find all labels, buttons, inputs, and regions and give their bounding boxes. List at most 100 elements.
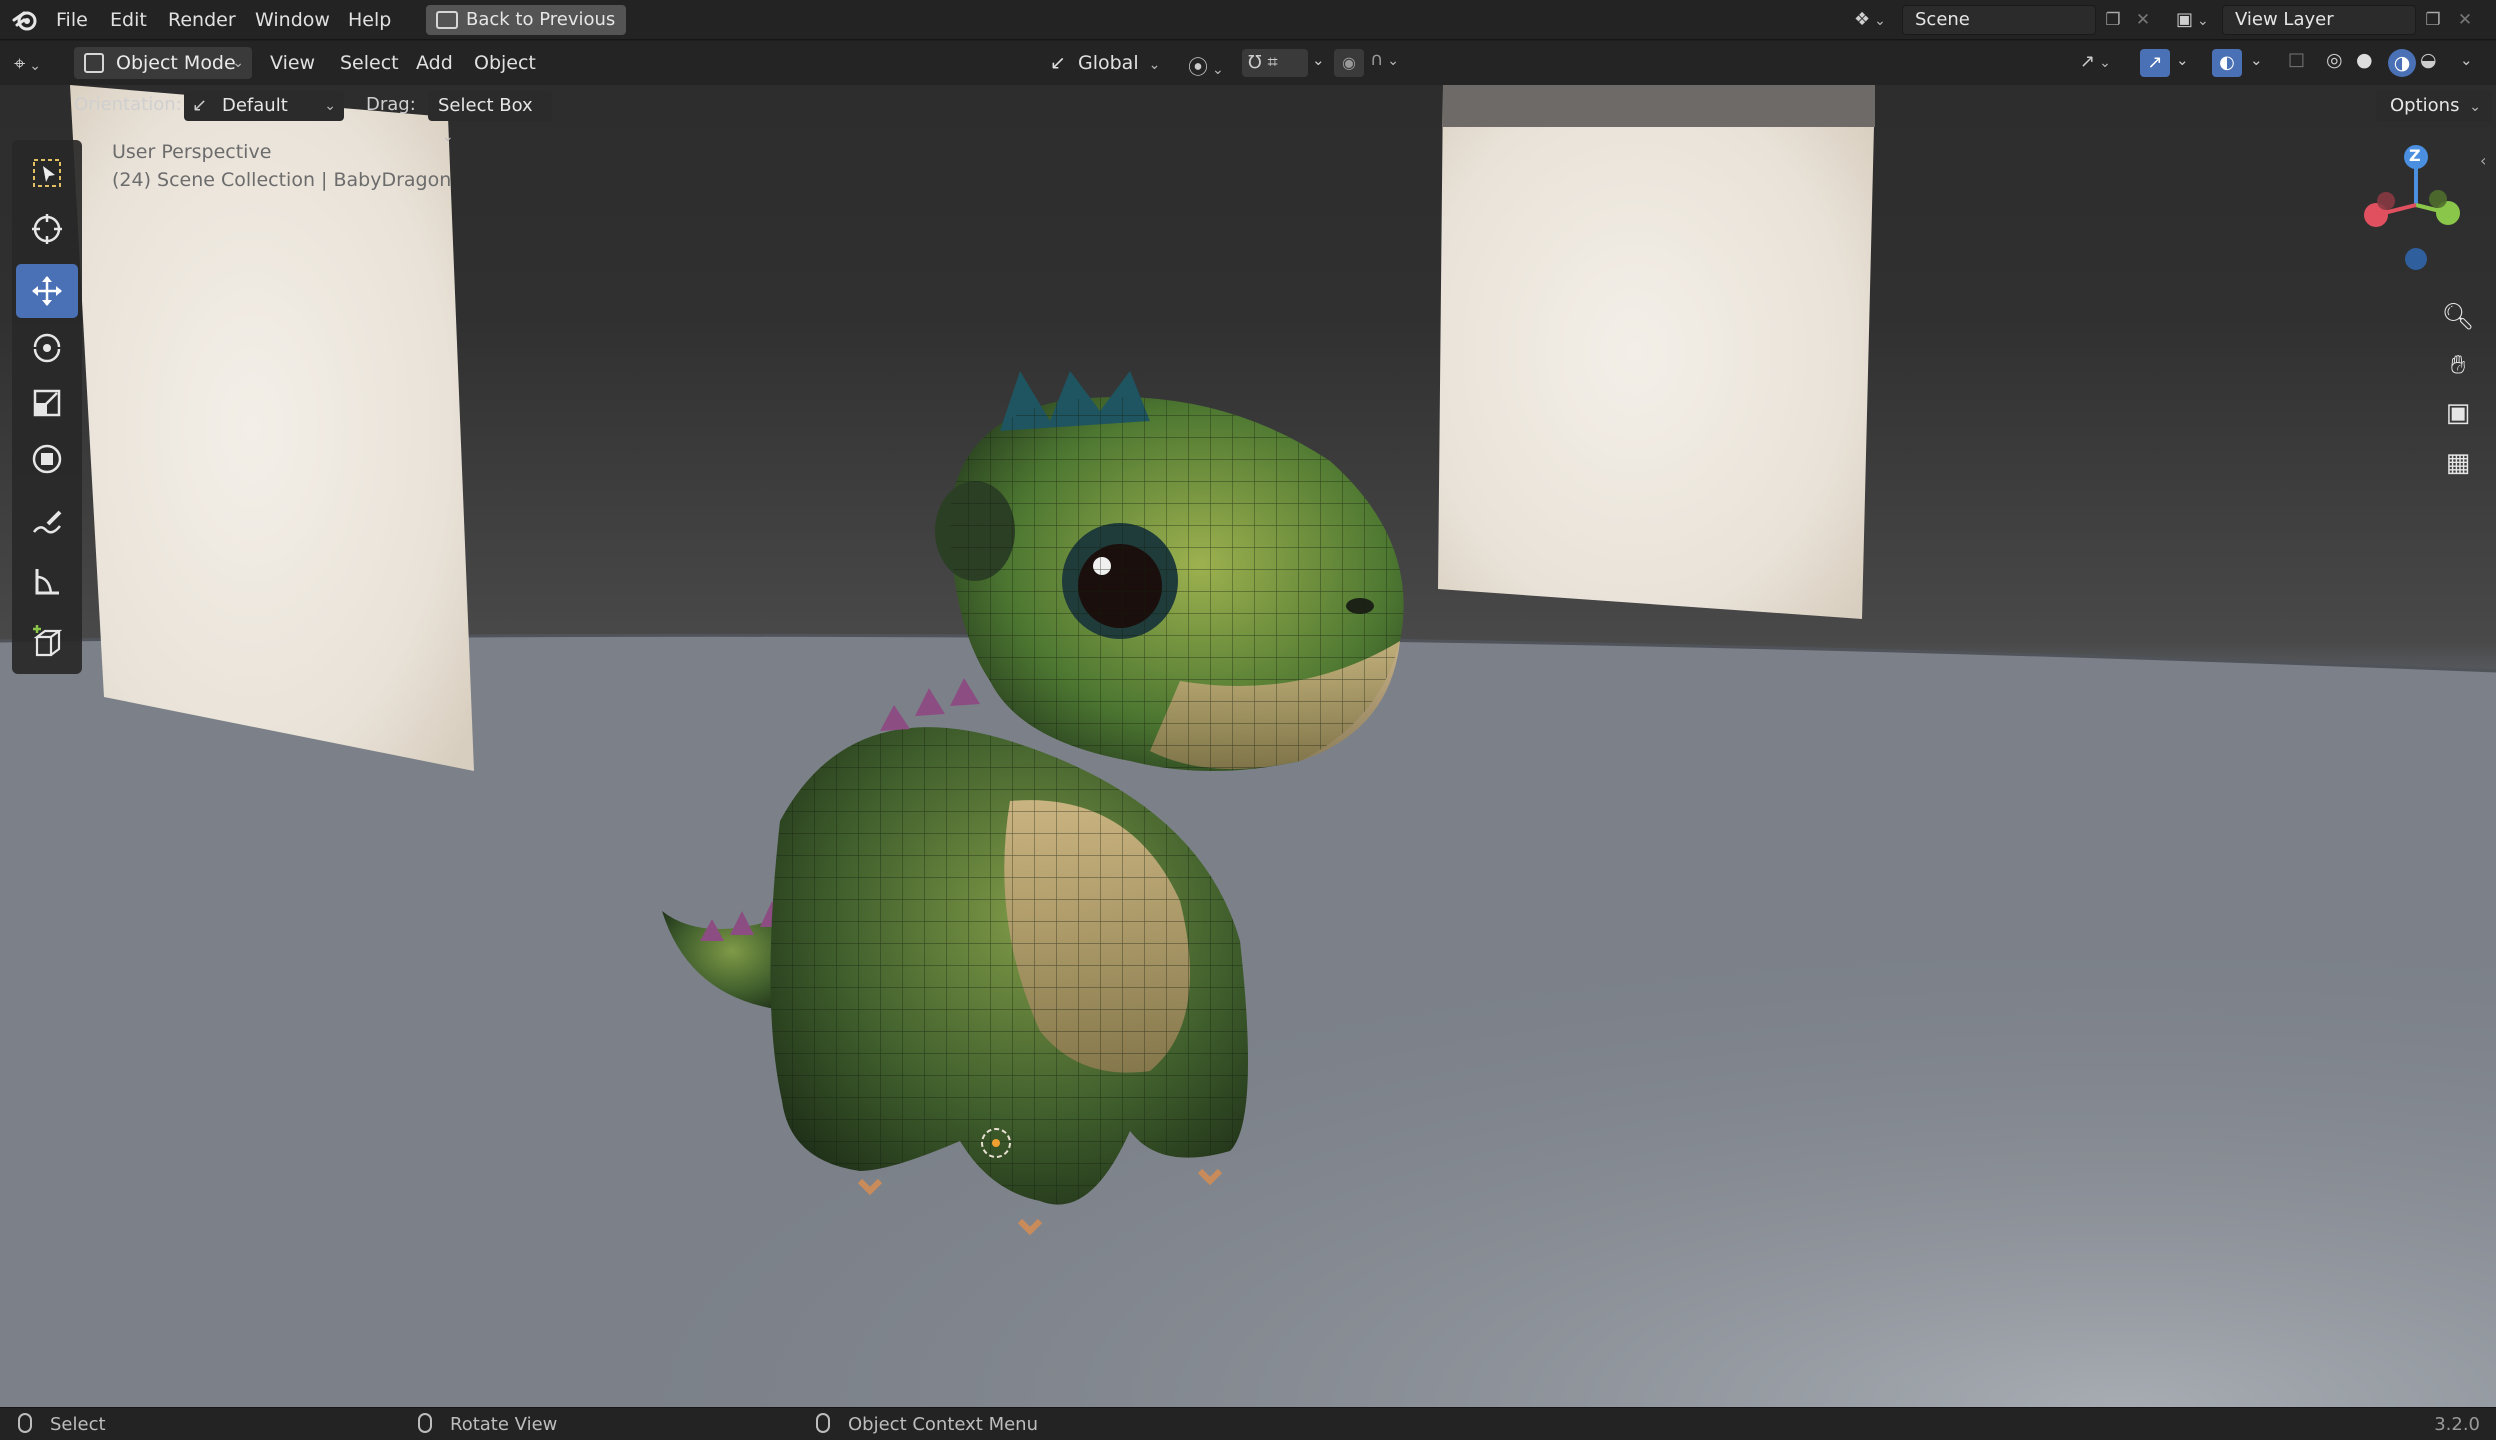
object-mode-dropdown[interactable]: Object Mode ⌄ <box>74 47 252 79</box>
status-rotate-label: Rotate View <box>450 1414 558 1435</box>
chevron-down-icon: ⌄ <box>232 55 244 71</box>
editor-type-icon[interactable]: ⌖ ⌄ <box>14 49 64 77</box>
menu-help[interactable]: Help <box>338 0 401 40</box>
status-select-label: Select <box>50 1414 106 1435</box>
menu-window[interactable]: Window <box>245 0 340 40</box>
menu-edit[interactable]: Edit <box>100 0 157 40</box>
rendered-shading-icon[interactable]: ◒ <box>2420 49 2437 71</box>
shading-options-icon[interactable]: ⌄ <box>2460 51 2473 69</box>
solid-shading-icon[interactable]: ● <box>2356 49 2373 71</box>
options-label: Options <box>2390 95 2460 116</box>
selectability-visibility-icon[interactable]: ↗ ⌄ <box>2080 51 2111 72</box>
options-dropdown[interactable]: Options ⌄ <box>2376 90 2492 122</box>
view-layer-selector-icon[interactable]: ▣ ⌄ <box>2176 6 2222 34</box>
overlays-toggle-icon[interactable]: ◐ <box>2212 49 2242 77</box>
status-context: Object Context Menu <box>816 1408 1038 1440</box>
scene-name-field[interactable]: Scene <box>1902 5 2096 35</box>
gizmo-options-icon[interactable]: ⌄ <box>2176 51 2189 69</box>
cursor-tool[interactable] <box>16 202 78 256</box>
new-scene-icon[interactable]: ❐ <box>2100 7 2126 33</box>
xray-toggle-icon[interactable]: □ <box>2288 49 2305 70</box>
blender-logo-icon[interactable] <box>12 8 38 32</box>
chevron-down-icon: ⌄ <box>442 129 454 145</box>
annotate-pencil-icon <box>33 510 62 534</box>
sidebar-toggle-icon[interactable]: ‹ <box>2480 151 2486 170</box>
menu-add[interactable]: Add <box>408 47 461 79</box>
rotate-tool[interactable] <box>16 320 78 374</box>
navigation-gizmo[interactable]: Z <box>2352 141 2472 281</box>
pivot-point-icon[interactable]: ⦿ ⌄ <box>1188 51 1224 80</box>
wireframe-shading-icon[interactable]: ◎ <box>2326 49 2343 71</box>
measure-ruler-icon <box>35 569 59 595</box>
transform-orientation-label: Global <box>1078 52 1139 74</box>
camera-view-icon[interactable]: ▣ <box>2436 391 2480 435</box>
menu-select[interactable]: Select <box>332 47 407 79</box>
collection-label: (24) Scene Collection | BabyDragon <box>112 169 452 191</box>
chevron-down-icon: ⌄ <box>1148 57 1161 73</box>
view-layer-field[interactable]: View Layer <box>2222 5 2416 35</box>
back-to-previous-button[interactable]: Back to Previous <box>426 5 626 35</box>
material-preview-shading-icon[interactable]: ◑ <box>2388 49 2416 77</box>
3d-viewport[interactable]: User Perspective (24) Scene Collection |… <box>0 41 2496 1407</box>
orientation-dropdown[interactable]: ↙ Default ⌄ <box>184 91 344 121</box>
back-to-previous-label: Back to Previous <box>466 9 616 30</box>
status-bar: Select Rotate View Object Context Menu 3… <box>0 1407 2496 1440</box>
menu-render[interactable]: Render <box>158 0 246 40</box>
mouse-left-icon <box>18 1413 32 1433</box>
status-context-label: Object Context Menu <box>848 1414 1039 1435</box>
menu-file[interactable]: File <box>46 0 98 40</box>
snap-options-icon[interactable]: ⌄ <box>1312 51 1325 69</box>
object-mode-label: Object Mode <box>116 52 236 74</box>
snap-toggle-icon[interactable]: ℧ ⌗ <box>1242 49 1308 77</box>
delete-view-layer-icon[interactable]: ✕ <box>2452 7 2478 33</box>
transform-icon <box>32 444 62 474</box>
menu-object[interactable]: Object <box>466 47 544 79</box>
drag-label: Drag: <box>366 94 416 115</box>
orientation-icon: ↙ <box>192 95 208 116</box>
tool-settings-bar: Orientation: ↙ Default ⌄ Drag: Select Bo… <box>70 88 2496 145</box>
scale-tool[interactable] <box>16 376 78 430</box>
measure-tool[interactable] <box>16 554 78 608</box>
scene-render <box>0 85 2496 1407</box>
perspective-label: User Perspective <box>112 141 272 163</box>
rotate-icon <box>33 333 61 363</box>
orientation-value: Default <box>222 95 288 116</box>
gizmo-z-label: Z <box>2409 146 2421 165</box>
move-tool[interactable] <box>16 264 78 318</box>
falloff-icon[interactable]: ∩ ⌄ <box>1370 49 1399 70</box>
pan-hand-icon[interactable]: ✋︎ <box>2436 343 2480 387</box>
chevron-down-icon: ⌄ <box>324 98 336 114</box>
zoom-icon[interactable]: 🔍︎ <box>2436 295 2480 339</box>
select-box-tool[interactable] <box>16 146 78 200</box>
perspective-grid-icon[interactable]: ▦ <box>2436 441 2480 485</box>
overlays-options-icon[interactable]: ⌄ <box>2250 51 2263 69</box>
drag-value: Select Box <box>438 95 533 116</box>
object-mode-icon <box>84 53 104 73</box>
scale-icon <box>33 389 61 417</box>
scene-selector-icon[interactable]: ❖ ⌄ <box>1854 6 1900 34</box>
menu-view[interactable]: View <box>262 47 323 79</box>
mouse-right-icon <box>816 1413 830 1433</box>
move-icon <box>32 276 62 306</box>
cursor-icon <box>32 214 62 244</box>
select-box-icon <box>33 159 61 187</box>
annotate-tool[interactable] <box>16 496 78 550</box>
new-view-layer-icon[interactable]: ❐ <box>2420 7 2446 33</box>
chevron-down-icon: ⌄ <box>2469 99 2481 115</box>
add-cube-tool[interactable] <box>16 616 78 670</box>
transform-orientation-dropdown[interactable]: ↙ Global ⌄ <box>1046 47 1176 79</box>
mouse-middle-icon <box>418 1413 432 1433</box>
toolbar <box>12 140 82 674</box>
delete-scene-icon[interactable]: ✕ <box>2130 7 2156 33</box>
transform-tool[interactable] <box>16 432 78 486</box>
gizmo-toggle-icon[interactable]: ↗ <box>2140 49 2170 77</box>
drag-dropdown[interactable]: Select Box ⌄ <box>428 91 552 145</box>
add-cube-icon <box>33 625 63 657</box>
back-icon <box>436 11 458 29</box>
status-select: Select <box>18 1408 106 1440</box>
proportional-editing-icon[interactable]: ◉ <box>1334 49 1364 77</box>
viewport-header: ⌖ ⌄ Object Mode ⌄ View Select Add Object … <box>0 41 2496 85</box>
status-rotate: Rotate View <box>418 1408 557 1440</box>
version-label: 3.2.0 <box>2434 1414 2480 1435</box>
top-bar: File Edit Render Window Help Back to Pre… <box>0 0 2496 40</box>
